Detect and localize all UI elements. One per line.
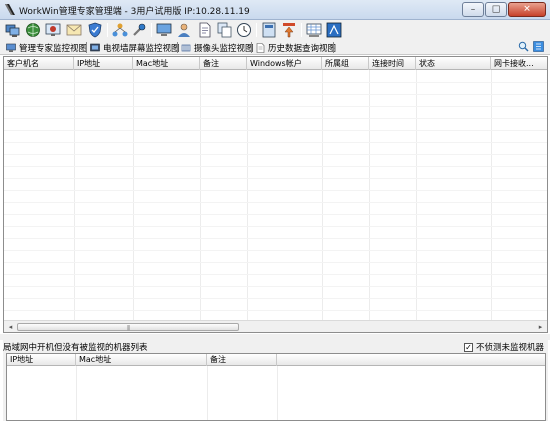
checkbox-checked-icon[interactable]: ✓ [463, 342, 473, 352]
close-icon: ✕ [523, 4, 531, 14]
unmonitored-table-header: IP地址 Mac地址 备注 [7, 354, 545, 366]
screen-capture-icon[interactable] [45, 22, 61, 38]
unmonitored-panel-title: 局域网中开机但没有被监视的机器列表 [3, 343, 148, 353]
upload-icon[interactable] [281, 22, 297, 38]
maximize-button[interactable]: □ [485, 2, 507, 17]
shield-icon[interactable] [87, 22, 103, 38]
client-table-header: 客户机名 IP地址 Mac地址 备注 Windows帐户 所属组 连接时间 状态… [4, 57, 547, 70]
scroll-thumb[interactable]: ||| [17, 323, 239, 331]
tab-camera-view[interactable]: 摄像头监控视图 [181, 41, 254, 54]
tab-label: 管理专家监控视图 [19, 43, 88, 54]
camera-tab-icon [181, 44, 191, 51]
tab-label: 历史数据查询视图 [268, 43, 337, 54]
tools-icon[interactable] [131, 22, 147, 38]
unmonitored-panel: 局域网中开机但没有被监视的机器列表 ✓ 不侦测未监视机器 IP地址 Mac地址 … [3, 340, 548, 421]
refresh-icon[interactable] [533, 41, 544, 52]
display-icon[interactable] [156, 22, 172, 38]
minimize-button[interactable]: – [462, 2, 484, 17]
clock-icon[interactable] [236, 22, 252, 38]
computers-icon[interactable] [5, 22, 21, 38]
tab-history-view[interactable]: 历史数据查询视图 [255, 41, 336, 54]
col-mac[interactable]: Mac地址 [133, 57, 200, 70]
col-connect-time[interactable]: 连接时间 [369, 57, 416, 70]
grid-view-icon[interactable] [306, 22, 322, 38]
client-table[interactable]: 客户机名 IP地址 Mac地址 备注 Windows帐户 所属组 连接时间 状态… [3, 56, 548, 333]
search-icon[interactable] [518, 41, 529, 52]
scroll-grip-icon: ||| [126, 325, 130, 331]
unmonitored-table[interactable]: IP地址 Mac地址 备注 [6, 353, 546, 421]
app-logo-icon [5, 4, 15, 15]
title-bar[interactable]: WorkWin管理专家管理端 - 3用户试用版 IP:10.28.11.19 –… [0, 0, 550, 20]
col-nic-receive[interactable]: 网卡接收... [491, 57, 547, 70]
horizontal-scrollbar[interactable]: ◂ ||| ▸ [4, 320, 547, 332]
mail-icon[interactable] [66, 22, 82, 38]
col-status[interactable]: 状态 [416, 57, 491, 70]
tab-management-view[interactable]: 管理专家监控视图 [6, 41, 87, 54]
tab-label: 电视墙屏幕监控视图 [103, 43, 180, 54]
maximize-icon: □ [491, 4, 501, 14]
col-mac[interactable]: Mac地址 [76, 354, 207, 366]
network-icon[interactable] [112, 22, 128, 38]
scroll-left-icon[interactable]: ◂ [5, 322, 16, 332]
broadcast-icon[interactable] [326, 22, 342, 38]
col-client-name[interactable]: 客户机名 [4, 57, 74, 70]
col-remark[interactable]: 备注 [200, 57, 247, 70]
document-icon[interactable] [197, 22, 213, 38]
copy-icon[interactable] [217, 22, 233, 38]
client-table-body[interactable] [4, 70, 547, 321]
skip-detect-checkbox[interactable]: ✓ 不侦测未监视机器 [463, 341, 544, 353]
tab-tv-wall-view[interactable]: 电视墙屏幕监控视图 [90, 41, 180, 54]
monitor-tab-icon [6, 43, 16, 52]
col-windows-account[interactable]: Windows帐户 [247, 57, 322, 70]
report-icon[interactable] [261, 22, 277, 38]
scroll-right-icon[interactable]: ▸ [535, 322, 546, 332]
history-tab-icon [256, 42, 265, 53]
col-remark[interactable]: 备注 [207, 354, 277, 366]
col-ip[interactable]: IP地址 [74, 57, 133, 70]
window-title: WorkWin管理专家管理端 - 3用户试用版 IP:10.28.11.19 [19, 7, 250, 17]
tv-wall-tab-icon [90, 43, 100, 51]
close-button[interactable]: ✕ [508, 2, 546, 17]
checkbox-label: 不侦测未监视机器 [475, 343, 544, 353]
col-group[interactable]: 所属组 [322, 57, 369, 70]
tab-label: 摄像头监控视图 [194, 43, 254, 54]
toolbar [0, 20, 550, 40]
view-tabs: 管理专家监控视图 电视墙屏幕监控视图 摄像头监控视图 历史数据查询视图 [0, 40, 550, 55]
minimize-icon: – [470, 4, 476, 14]
user-icon[interactable] [176, 22, 192, 38]
col-ip[interactable]: IP地址 [7, 354, 76, 366]
monitor-globe-icon[interactable] [25, 22, 41, 38]
